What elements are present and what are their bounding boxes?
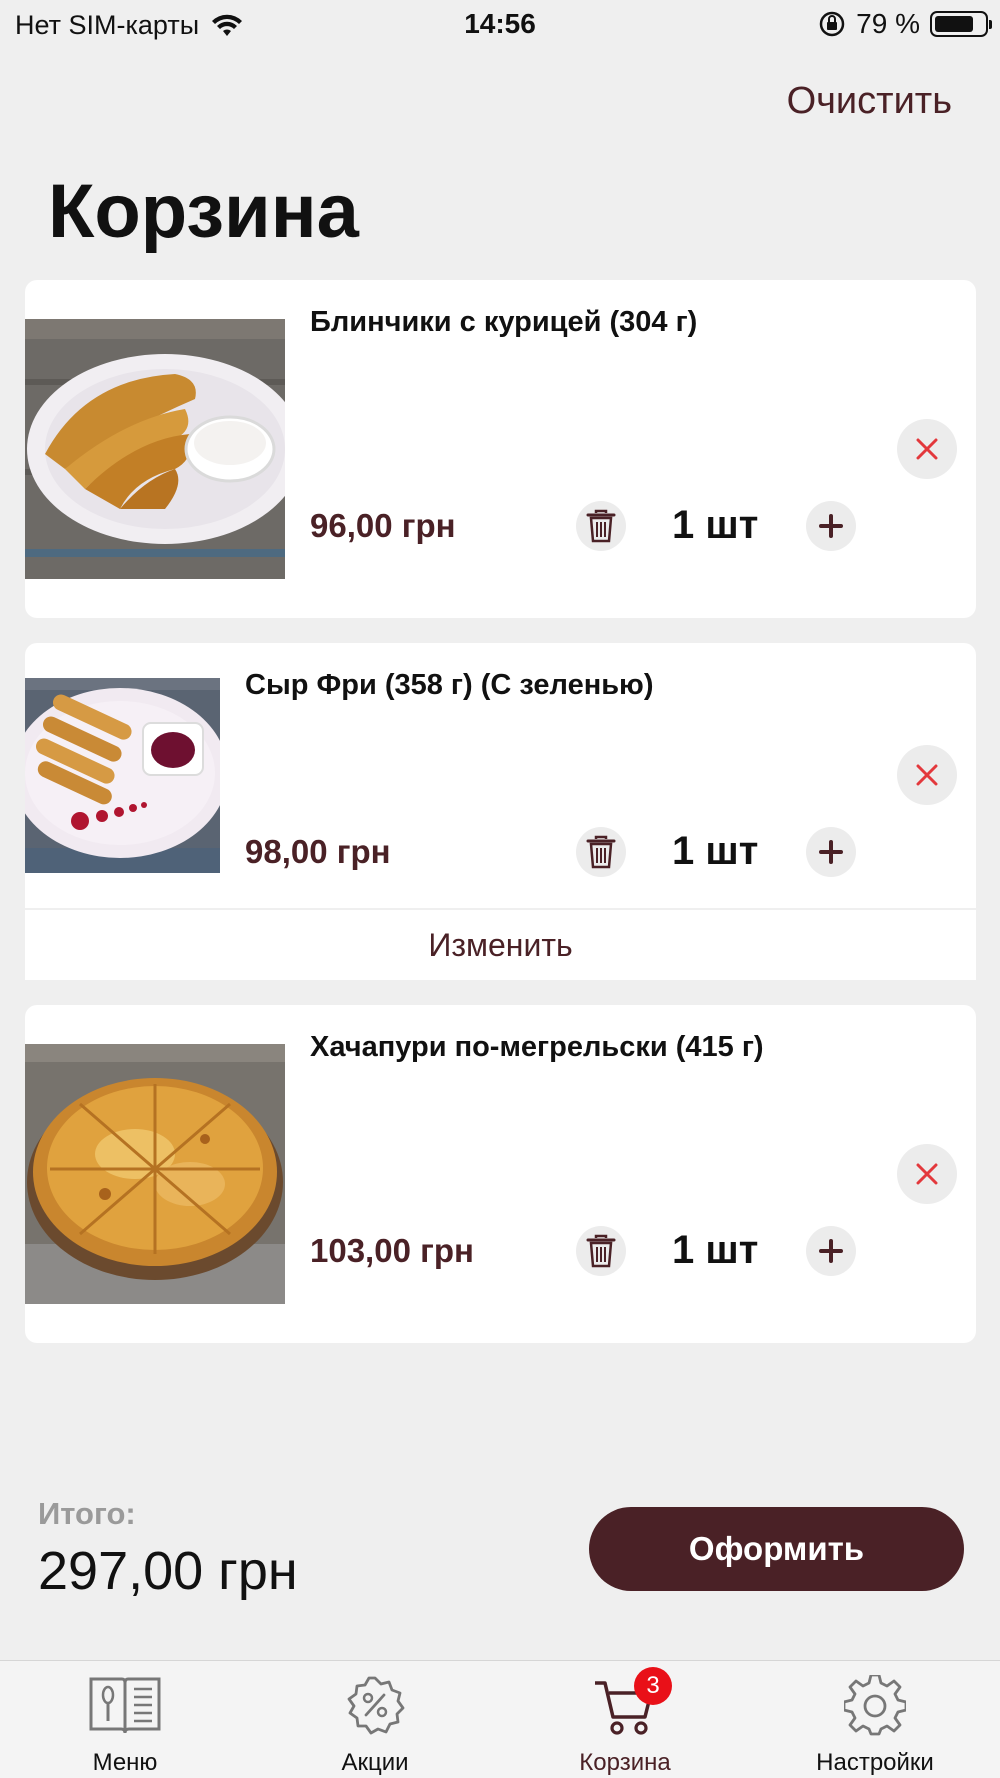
item-quantity: 1 шт: [672, 503, 759, 547]
tab-promotions[interactable]: Акции: [250, 1661, 500, 1778]
tab-settings[interactable]: Настройки: [750, 1661, 1000, 1778]
tab-label: Корзина: [579, 1749, 671, 1776]
close-icon: [916, 1163, 938, 1185]
close-icon: [916, 438, 938, 460]
battery-icon: [930, 11, 992, 37]
remove-item-button[interactable]: [897, 1144, 957, 1204]
item-name: Сыр Фри (358 г) (С зеленью): [245, 669, 654, 701]
cart-item: Блинчики с курицей (304 г) 96,00 грн 1 ш…: [25, 280, 976, 618]
trash-icon: [586, 835, 616, 869]
item-quantity: 1 шт: [672, 829, 759, 873]
item-price: 103,00 грн: [310, 1232, 474, 1269]
cart-item: Хачапури по-мегрельски (415 г) 103,00 гр…: [25, 1005, 976, 1343]
crepes-with-chicken-photo: [25, 319, 285, 579]
item-quantity: 1 шт: [672, 1228, 759, 1272]
tab-label: Меню: [92, 1749, 158, 1776]
item-price: 96,00 грн: [310, 507, 456, 544]
tab-bar: Меню Акции 3 Корзина Настройки: [0, 1660, 1000, 1778]
trash-icon: [586, 509, 616, 543]
increase-quantity-button[interactable]: [806, 501, 856, 551]
increase-quantity-button[interactable]: [806, 1226, 856, 1276]
status-right: 79 %: [818, 8, 992, 40]
decrease-quantity-button[interactable]: [576, 501, 626, 551]
checkout-button[interactable]: Оформить: [589, 1507, 964, 1591]
plus-icon: [819, 840, 843, 864]
discount-badge-icon: [335, 1675, 415, 1745]
plus-icon: [819, 514, 843, 538]
battery-percent: 79 %: [856, 8, 920, 39]
menu-book-icon: [85, 1675, 165, 1745]
tab-label: Настройки: [816, 1749, 934, 1776]
remove-item-button[interactable]: [897, 419, 957, 479]
item-name: Хачапури по-мегрельски (415 г): [310, 1031, 764, 1063]
status-bar: Нет SIM-карты 14:56 79 %: [0, 0, 1000, 50]
orientation-lock-icon: [819, 11, 845, 37]
khachapuri-photo: [25, 1044, 285, 1304]
total-value: 297,00 грн: [38, 1541, 298, 1601]
item-name: Блинчики с курицей (304 г): [310, 306, 698, 338]
increase-quantity-button[interactable]: [806, 827, 856, 877]
item-price: 98,00 грн: [245, 833, 391, 870]
cart-item: Сыр Фри (358 г) (С зеленью) 98,00 грн 1 …: [25, 643, 976, 908]
total-label: Итого:: [38, 1496, 136, 1531]
tab-cart[interactable]: 3 Корзина: [500, 1661, 750, 1778]
remove-item-button[interactable]: [897, 745, 957, 805]
cart-count-badge: 3: [634, 1667, 672, 1705]
decrease-quantity-button[interactable]: [576, 827, 626, 877]
decrease-quantity-button[interactable]: [576, 1226, 626, 1276]
page-title: Корзина: [48, 169, 359, 254]
tab-label: Акции: [341, 1749, 409, 1776]
close-icon: [916, 764, 938, 786]
tab-menu[interactable]: Меню: [0, 1661, 250, 1778]
edit-item-options-button[interactable]: Изменить: [25, 910, 976, 980]
clear-cart-button[interactable]: Очистить: [787, 80, 952, 123]
settings-gear-icon: [835, 1675, 915, 1745]
fried-cheese-sticks-photo: [25, 678, 220, 873]
trash-icon: [586, 1234, 616, 1268]
plus-icon: [819, 1239, 843, 1263]
